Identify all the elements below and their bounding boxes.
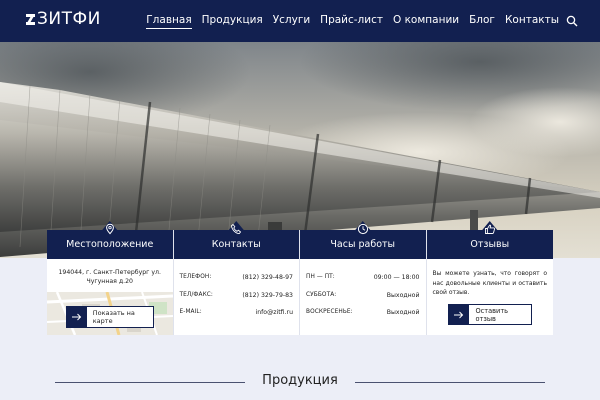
card-contacts-body: Телефон: (812) 329-48-97 Тел/факс: (812)… [174, 259, 300, 326]
logo-mark-icon [26, 13, 35, 26]
card-reviews-header: Отзывы [426, 221, 553, 259]
hero-image [0, 42, 600, 260]
search-icon[interactable] [566, 15, 578, 27]
heading-divider-right [355, 382, 545, 383]
card-hours-title: Часы работы [330, 239, 396, 250]
card-reviews-title: Отзывы [470, 239, 510, 250]
products-heading-text: Продукция [262, 373, 338, 388]
show-map-label: Показать на карте [92, 309, 135, 325]
contact-row-phone: Телефон: (812) 329-48-97 [180, 273, 294, 291]
nav-item-products[interactable]: Продукция [202, 14, 263, 28]
fax-value[interactable]: (812) 329-79-83 [242, 291, 293, 300]
card-hours-body: ПН — ПТ: 09:00 — 18:00 Суббота: Выходной… [300, 259, 426, 326]
products-section-heading: Продукция [55, 371, 545, 391]
hours-row-sunday: Воскресенье: Выходной [306, 308, 420, 326]
nav-item-about[interactable]: О компании [393, 14, 459, 28]
arrow-right-icon [448, 304, 470, 325]
leave-review-button[interactable]: Оставить отзыв [447, 304, 532, 325]
show-map-button[interactable]: Показать на карте [66, 306, 154, 328]
fax-label: Тел/факс: [179, 291, 213, 298]
email-label: E-mail: [179, 309, 202, 315]
phone-value[interactable]: (812) 329-48-97 [242, 273, 293, 282]
thumbs-up-icon [484, 224, 495, 234]
nav-item-services[interactable]: Услуги [273, 14, 310, 28]
contact-row-fax: Тел/факс: (812) 329-79-83 [180, 291, 294, 309]
hours-row-weekdays: ПН — ПТ: 09:00 — 18:00 [306, 273, 420, 291]
card-contacts-title: Контакты [211, 239, 261, 250]
address-text: 194044, г. Санкт-Петербург ул. Чугунная … [58, 269, 161, 285]
nav-item-contacts[interactable]: Контакты [505, 14, 559, 28]
arrow-right-icon [67, 307, 87, 327]
card-location-body: 194044, г. Санкт-Петербург ул. Чугунная … [47, 259, 173, 286]
card-contacts: Контакты Телефон: (812) 329-48-97 Тел/фа… [173, 221, 300, 335]
logo[interactable]: ЗИТФИ [26, 9, 101, 29]
weekdays-value: 09:00 — 18:00 [373, 274, 420, 281]
nav-item-price-list[interactable]: Прайс-лист [320, 14, 383, 28]
card-reviews: Отзывы Вы можете узнать, что говорят о н… [426, 221, 554, 335]
clock-icon [357, 223, 368, 235]
phone-icon [231, 223, 242, 235]
contact-row-email: E-mail: info@zitfi.ru [180, 308, 294, 326]
leave-review-label: Оставить отзыв [475, 306, 509, 323]
saturday-value: Выходной [386, 291, 420, 299]
info-cards: Местоположение 194044, г. Санкт-Петербур… [47, 221, 554, 335]
card-hours: Часы работы ПН — ПТ: 09:00 — 18:00 Суббо… [300, 221, 427, 335]
pipeline-photo [0, 42, 600, 260]
email-value[interactable]: info@zitfi.ru [255, 308, 293, 317]
hours-row-saturday: Суббота: Выходной [306, 291, 420, 309]
card-location-title: Местоположение [66, 239, 154, 250]
card-contacts-header: Контакты [173, 221, 299, 259]
nav-item-blog[interactable]: Блог [469, 14, 495, 28]
sunday-label: Воскресенье: [306, 309, 353, 315]
sunday-value: Выходной [386, 309, 420, 316]
map-pin-icon [105, 223, 114, 235]
main-nav: Главная Продукция Услуги Прайс-лист О ко… [136, 0, 578, 42]
nav-item-home[interactable]: Главная [146, 14, 192, 29]
phone-label: Телефон: [179, 274, 212, 280]
saturday-label: Суббота: [306, 291, 337, 298]
card-hours-header: Часы работы [300, 221, 426, 259]
card-location-header: Местоположение [47, 221, 173, 259]
reviews-text: Вы можете узнать, что говорят о нас дово… [432, 270, 548, 296]
logo-text: ЗИТФИ [37, 9, 101, 29]
card-reviews-body: Вы можете узнать, что говорят о нас дово… [427, 259, 554, 298]
card-location: Местоположение 194044, г. Санкт-Петербур… [47, 221, 174, 335]
site-header: ЗИТФИ Главная Продукция Услуги Прайс-лис… [0, 0, 600, 42]
weekdays-label: ПН — ПТ: [306, 274, 335, 280]
